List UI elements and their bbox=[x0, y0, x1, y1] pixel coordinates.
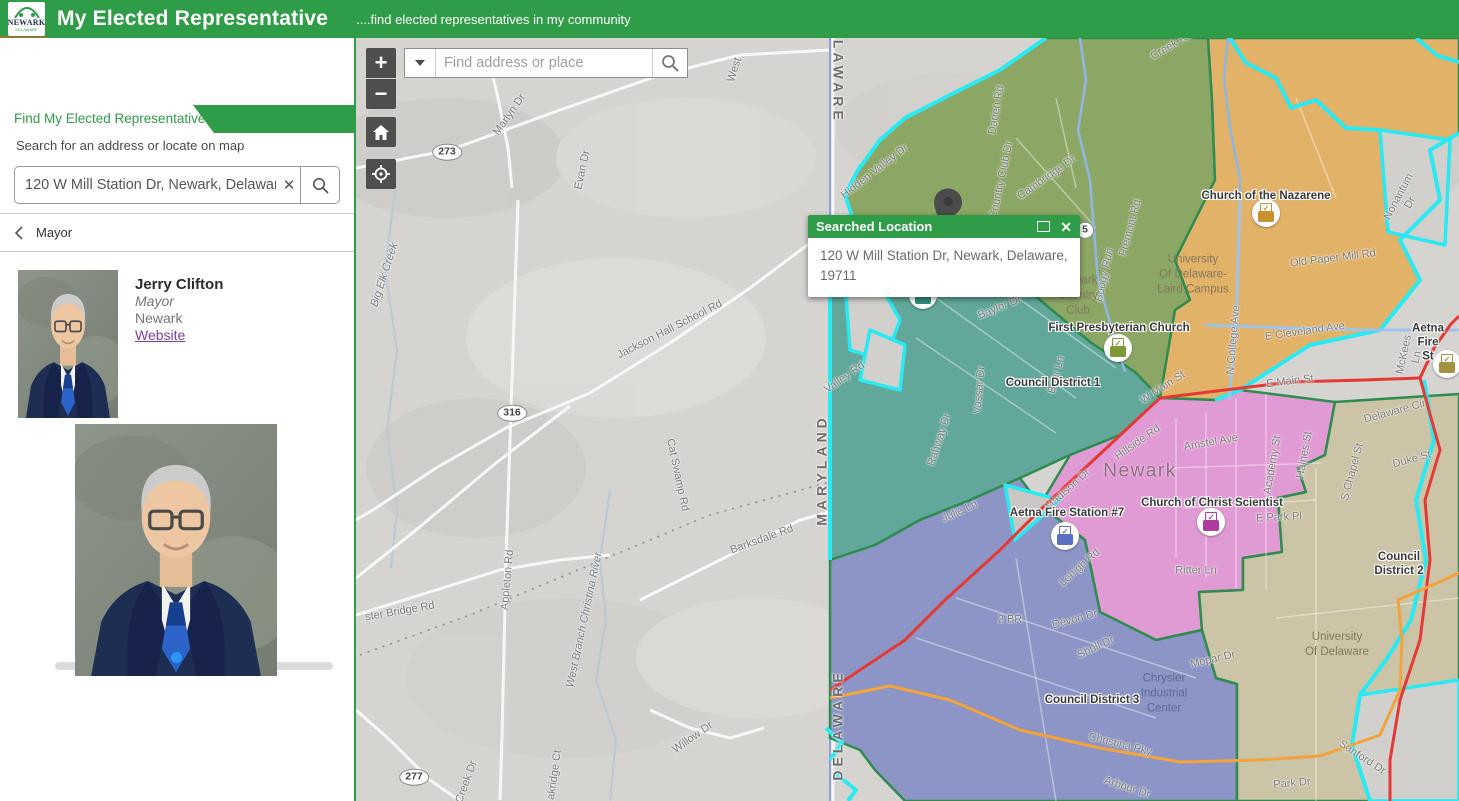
newark-city-logo: NEWARK DELAWARE bbox=[8, 2, 45, 36]
back-nav-mayor[interactable]: Mayor bbox=[0, 213, 354, 252]
logo-subtext: DELAWARE bbox=[15, 27, 38, 32]
app-header: NEWARK DELAWARE My Elected Representativ… bbox=[0, 0, 1459, 39]
chevron-left-icon bbox=[14, 225, 23, 240]
popup-header: Searched Location ✕ bbox=[808, 215, 1080, 238]
sidebar-tabbar: Find My Elected Representative bbox=[0, 105, 354, 133]
map-basemap bbox=[356, 38, 1459, 801]
app-title: My Elected Representative bbox=[57, 7, 329, 30]
representative-info: Jerry Clifton Mayor Newark Website bbox=[135, 276, 223, 344]
tabbar-green-fill bbox=[193, 105, 354, 133]
tab-find-my-elected-representative[interactable]: Find My Elected Representative bbox=[14, 111, 205, 126]
maximize-icon[interactable] bbox=[1037, 221, 1051, 232]
search-icon bbox=[662, 55, 679, 72]
loading-dot bbox=[171, 652, 182, 663]
address-search-input[interactable] bbox=[15, 177, 278, 193]
address-search-button[interactable] bbox=[301, 167, 339, 203]
back-nav-label: Mayor bbox=[36, 225, 73, 240]
representative-photo-large bbox=[75, 424, 277, 676]
map-canvas[interactable]: Marlyn Dr West Evan Dr Big Elk Creek Jackson… bbox=[356, 38, 1459, 801]
representative-name: Jerry Clifton bbox=[135, 276, 224, 293]
representative-thumbnail bbox=[18, 270, 118, 418]
logo-wordmark: NEWARK bbox=[8, 18, 45, 27]
search-source-dropdown[interactable] bbox=[405, 49, 436, 77]
representative-city: Newark bbox=[135, 310, 183, 326]
address-search-label: Search for an address or locate on map bbox=[16, 138, 245, 153]
zoom-in-button[interactable]: + bbox=[366, 48, 396, 78]
chevron-down-icon bbox=[415, 60, 425, 66]
my-elected-representative-app: NEWARK DELAWARE My Elected Representativ… bbox=[0, 0, 1459, 801]
locate-button[interactable] bbox=[366, 159, 396, 189]
map-search-bar bbox=[404, 48, 688, 78]
search-icon bbox=[312, 177, 329, 194]
logo-arch-icon bbox=[13, 7, 40, 18]
clear-search-icon[interactable]: ✕ bbox=[278, 176, 300, 194]
searched-location-popup: Searched Location ✕ 120 W Mill Station D… bbox=[808, 215, 1080, 298]
app-tagline: ....find elected representatives in my c… bbox=[356, 11, 631, 27]
popup-title: Searched Location bbox=[816, 219, 933, 234]
address-search-group: ✕ bbox=[14, 166, 340, 204]
popup-address: 120 W Mill Station Dr, Newark, Delaware,… bbox=[820, 248, 1068, 283]
zoom-out-button[interactable]: − bbox=[366, 79, 396, 109]
map-search-button[interactable] bbox=[652, 49, 687, 77]
locate-icon bbox=[372, 165, 390, 183]
sidebar-panel: Find My Elected Representative Search fo… bbox=[0, 38, 356, 801]
close-icon[interactable]: ✕ bbox=[1060, 220, 1072, 234]
representative-title: Mayor bbox=[135, 293, 174, 309]
map-search-input[interactable] bbox=[436, 49, 652, 77]
representative-website-link[interactable]: Website bbox=[135, 327, 185, 343]
home-icon bbox=[373, 124, 389, 140]
home-button[interactable] bbox=[366, 117, 396, 147]
